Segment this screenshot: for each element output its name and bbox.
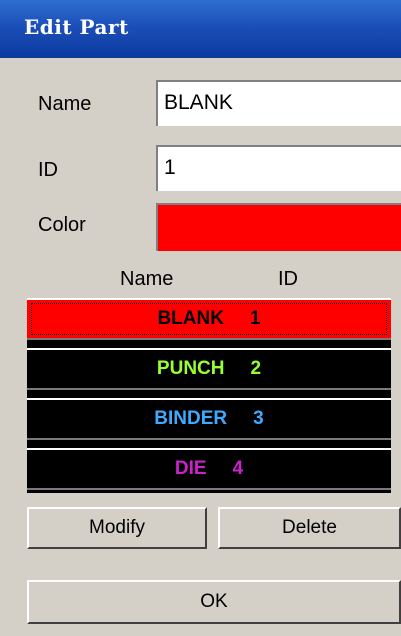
id-label: ID: [38, 159, 58, 181]
row-id: 2: [250, 358, 262, 379]
id-field[interactable]: 1: [156, 145, 401, 191]
parts-list[interactable]: BLANK 1 PUNCH 2 BINDER 3 DIE 4: [27, 298, 391, 493]
list-item-binder[interactable]: BINDER 3: [27, 398, 391, 440]
list-item-punch[interactable]: PUNCH 2: [27, 348, 391, 390]
row-id: 4: [232, 458, 244, 479]
row-name: BINDER: [154, 408, 228, 429]
row-name: DIE: [174, 458, 207, 479]
window-title: Edit Part: [24, 15, 129, 39]
modify-button[interactable]: Modify: [27, 507, 207, 549]
name-field[interactable]: BLANK: [156, 80, 401, 126]
edit-part-window: Edit Part Name BLANK ID 1 Color Name ID …: [0, 0, 401, 636]
delete-button[interactable]: Delete: [218, 507, 401, 549]
row-name: PUNCH: [156, 358, 225, 379]
title-bar[interactable]: Edit Part: [0, 0, 401, 58]
column-header-id: ID: [278, 268, 298, 290]
ok-button[interactable]: OK: [27, 580, 401, 624]
focus-rectangle: [31, 303, 387, 335]
color-label: Color: [38, 214, 86, 236]
row-id: 3: [253, 408, 264, 429]
color-swatch[interactable]: [156, 203, 401, 251]
name-label: Name: [38, 93, 92, 115]
column-header-name: Name: [120, 268, 174, 290]
list-item-blank[interactable]: BLANK 1: [27, 298, 391, 340]
list-item-die[interactable]: DIE 4: [27, 448, 391, 490]
